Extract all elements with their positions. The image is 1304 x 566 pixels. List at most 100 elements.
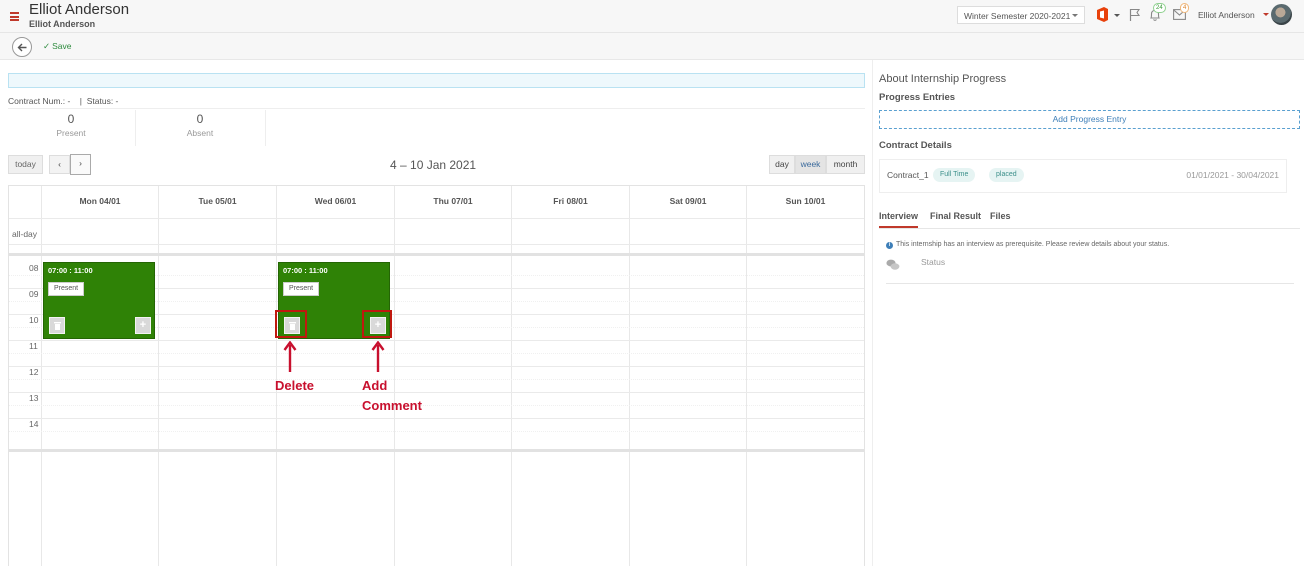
attendance-status-chip[interactable]: Present xyxy=(48,282,84,296)
delete-highlight-box xyxy=(275,310,307,338)
week-calendar: Mon 04/01 Tue 05/01 Wed 06/01 Thu 07/01 … xyxy=(8,185,865,566)
day-header: Fri 08/01 xyxy=(553,196,588,206)
arrow-up-icon xyxy=(283,341,297,372)
semester-select[interactable]: Winter Semester 2020-2021 xyxy=(957,6,1085,24)
flag-icon[interactable] xyxy=(1129,8,1141,22)
avatar[interactable] xyxy=(1271,4,1292,25)
contract-status-line: Contract Num.: - | Status: - xyxy=(8,96,119,106)
semester-value: Winter Semester 2020-2021 xyxy=(964,11,1071,21)
grid-divider xyxy=(9,253,864,256)
grid-line xyxy=(9,418,864,419)
info-banner xyxy=(8,73,865,88)
office-icon[interactable] xyxy=(1096,7,1109,22)
trash-icon xyxy=(54,322,61,330)
hour-label: 14 xyxy=(29,419,39,429)
grid-line xyxy=(41,186,42,566)
panel-divider xyxy=(872,60,873,566)
status-label: Status xyxy=(921,257,946,267)
grid-divider xyxy=(9,449,864,452)
info-icon: i xyxy=(886,242,893,249)
view-month-button[interactable]: month xyxy=(826,155,865,174)
user-menu[interactable]: Elliot Anderson xyxy=(1198,10,1255,20)
calendar-event[interactable]: 07:00 : 11:00 Present + xyxy=(43,262,155,339)
calendar-range-title: 4 – 10 Jan 2021 xyxy=(390,158,477,172)
hour-label: 10 xyxy=(29,315,39,325)
present-count: 0 xyxy=(67,112,75,126)
delete-event-button[interactable] xyxy=(49,317,65,334)
page-subtitle: Elliot Anderson xyxy=(29,19,96,29)
contract-type-badge: Full Time xyxy=(933,168,976,182)
contract-state-badge: placed xyxy=(989,168,1024,182)
user-chevron-icon[interactable] xyxy=(1263,13,1269,16)
arrow-left-icon xyxy=(17,43,27,52)
grid-line xyxy=(9,340,864,341)
contract-details-title: Contract Details xyxy=(879,140,952,151)
grid-line xyxy=(9,405,864,406)
grid-line xyxy=(9,431,864,432)
save-button[interactable]: ✓ Save xyxy=(43,41,72,52)
grid-line xyxy=(511,186,512,566)
grid-line xyxy=(9,379,864,380)
attendance-status-chip[interactable]: Present xyxy=(283,282,319,296)
day-header: Thu 07/01 xyxy=(433,196,473,206)
grid-line xyxy=(9,218,864,219)
contract-name: Contract_1 xyxy=(887,170,929,180)
interview-note: i This internship has an interview as pre… xyxy=(886,241,1169,249)
action-toolbar: ✓ Save xyxy=(0,33,1304,60)
event-time: 07:00 : 11:00 xyxy=(283,266,328,275)
chevron-down-icon xyxy=(1072,14,1078,17)
notification-count-badge: 24 xyxy=(1153,3,1166,13)
day-header: Tue 05/01 xyxy=(198,196,237,206)
grid-line xyxy=(746,186,747,566)
progress-entries-title: Progress Entries xyxy=(879,92,956,103)
tab-interview[interactable]: Interview xyxy=(879,211,919,228)
status-divider xyxy=(886,283,1294,284)
next-week-button[interactable]: › xyxy=(70,154,91,175)
arrow-up-icon xyxy=(371,341,385,372)
comments-icon xyxy=(886,259,900,270)
absent-stat: 0 Absent xyxy=(137,112,263,138)
stats-divider xyxy=(8,108,865,109)
absent-count: 0 xyxy=(196,112,204,126)
allday-label: all-day xyxy=(12,229,38,239)
today-button[interactable]: today xyxy=(8,155,43,174)
stat-separator xyxy=(265,110,266,146)
grid-line xyxy=(629,186,630,566)
prev-week-button[interactable]: ‹ xyxy=(49,155,70,174)
menu-icon[interactable] xyxy=(10,12,19,21)
tab-files[interactable]: Files xyxy=(990,211,1011,221)
about-title: About Internship Progress xyxy=(879,73,1007,85)
hour-label: 13 xyxy=(29,393,39,403)
stat-separator xyxy=(135,110,136,146)
hour-label: 08 xyxy=(29,263,39,273)
top-header: Elliot Anderson Elliot Anderson Winter S… xyxy=(0,0,1304,33)
check-icon: ✓ xyxy=(43,41,51,51)
view-day-button[interactable]: day xyxy=(769,155,795,174)
absent-label: Absent xyxy=(186,128,214,138)
add-comment-annotation-line1: Add xyxy=(362,378,388,393)
add-comment-highlight-box xyxy=(362,310,392,338)
contract-card[interactable]: Contract_1 Full Time placed 01/01/2021 -… xyxy=(879,159,1287,193)
hour-label: 09 xyxy=(29,289,39,299)
message-count-badge: 4 xyxy=(1180,3,1190,13)
add-comment-button[interactable]: + xyxy=(135,317,151,334)
delete-annotation: Delete xyxy=(275,378,315,393)
grid-line xyxy=(9,244,864,245)
hour-label: 12 xyxy=(29,367,39,377)
contract-dates: 01/01/2021 - 30/04/2021 xyxy=(1186,170,1279,180)
day-header: Wed 06/01 xyxy=(314,196,357,206)
interview-note-text: This internship has an interview as prer… xyxy=(896,241,1170,248)
grid-line xyxy=(9,366,864,367)
back-button[interactable] xyxy=(12,37,32,57)
page-title: Elliot Anderson xyxy=(29,1,130,18)
present-label: Present xyxy=(56,128,86,138)
add-comment-annotation-line2: Comment xyxy=(362,398,422,413)
tab-final-result[interactable]: Final Result xyxy=(930,211,981,221)
add-progress-entry-button[interactable]: Add Progress Entry xyxy=(879,110,1300,129)
grid-line xyxy=(9,353,864,354)
office-chevron-icon[interactable] xyxy=(1114,14,1120,17)
day-header: Mon 04/01 xyxy=(79,196,121,206)
save-label: Save xyxy=(52,41,72,51)
view-week-button[interactable]: week xyxy=(795,155,826,174)
add-comment-annotation: Add Comment xyxy=(362,376,422,416)
